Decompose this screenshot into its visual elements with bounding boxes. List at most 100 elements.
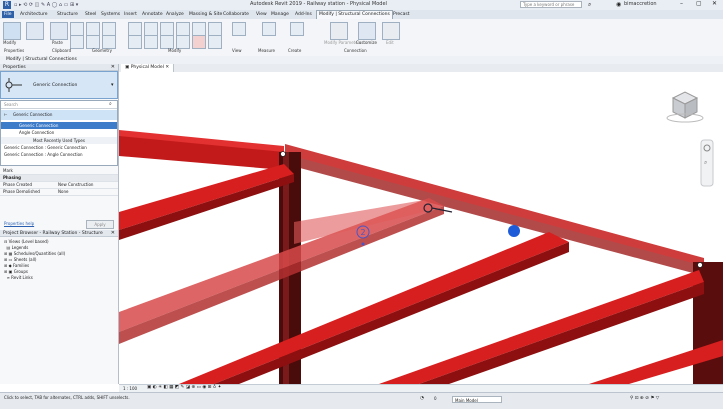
search-icon: ⌕ [109,101,112,107]
zoom-icon[interactable]: ⌕ [704,159,707,166]
apply-button[interactable]: Apply [86,220,114,229]
tab-precast[interactable]: Precast [391,11,412,18]
minimize-icon[interactable]: – [680,0,683,7]
recent-type-label: Generic Connection : Generic Connection [4,145,87,150]
tab-file[interactable]: File [2,11,14,18]
tab-architecture[interactable]: Architecture [18,11,50,18]
tab-annotate[interactable]: Annotate [140,11,165,18]
delete-button[interactable] [192,35,206,49]
tree-item-label: Sheets (all) [13,257,37,262]
rotate-button[interactable] [160,35,174,49]
wall-joins-button[interactable] [86,35,100,49]
group-label-properties: Properties [4,48,25,53]
unpin-button[interactable] [208,35,222,49]
properties-button[interactable] [26,22,44,40]
customize-button[interactable] [358,22,376,40]
user-name[interactable]: bimaccretion [624,1,657,7]
app-logo-icon[interactable]: R [3,1,11,9]
modify-tool-button[interactable] [3,22,21,40]
tab-collaborate[interactable]: Collaborate [221,11,251,18]
close-icon[interactable]: ✕ [111,230,115,237]
property-value[interactable]: New Construction [58,182,93,188]
tab-physical-model[interactable]: ▣ Physical Model ✕ [121,64,175,72]
recent-type-item[interactable]: Generic Connection : Angle Connection [1,151,117,158]
modify-parameters-button[interactable] [330,22,348,40]
copy-button[interactable] [144,35,158,49]
join-button[interactable] [70,35,84,49]
property-value[interactable]: None [58,189,68,195]
tab-insert[interactable]: Insert [122,11,139,18]
tab-view[interactable]: View [254,11,269,18]
user-icon[interactable]: ◉ [616,1,621,8]
tab-structure[interactable]: Structure [55,11,80,18]
properties-help-link[interactable]: Properties help [4,221,34,226]
quick-access-toolbar[interactable]: ▫ ▸ ⟲ ⟳ ◫ ✎ A ◯ ⌂ ▭ ⊞ ▾ [14,2,134,8]
property-name: Phase Created [3,182,33,187]
steel-frame-model[interactable]: 2 ⌕ [119,72,723,384]
split-face-button[interactable] [102,22,116,36]
recent-type-item[interactable]: Generic Connection : Generic Connection [1,144,117,151]
property-group-name: Phasing [3,175,21,180]
property-group-header[interactable]: Phasing [0,175,118,182]
pin-button[interactable] [208,22,222,36]
customize-label: Customize [356,40,377,45]
recent-types-header: Most Recently Used Types [1,137,117,144]
array-button[interactable] [176,35,190,49]
view-controls-icons[interactable]: ▣ ◐ ☀ ◧ ▦ ◩ ✎ ◪ ⊕ ▭ ◉ ⊞ ♁ ✦ [147,385,221,390]
close-icon[interactable]: ✕ [111,64,115,71]
joint-marker [697,262,703,268]
view-cube[interactable] [666,91,704,123]
selection-filter-icons[interactable]: ⚲ ⊡ ⊕ ⊘ ⚑ ▽ [630,396,659,401]
tree-item-label: Schedules/Quantities (all) [13,251,66,256]
scale-button[interactable] [192,22,206,36]
tab-systems[interactable]: Systems [99,11,122,18]
move-button[interactable] [128,35,142,49]
search-input[interactable]: Type a keyword or phrase [520,1,582,8]
property-name: Phase Demolished [3,189,40,194]
group-label-connection: Connection [344,48,367,53]
status-bar: Click to select, TAB for alternates, CTR… [0,392,723,409]
hide-in-view-button[interactable] [232,22,246,36]
dropdown-item[interactable]: Generic Connection [1,122,117,129]
tab-analyze[interactable]: Analyze [164,11,186,18]
dropdown-family-header[interactable]: ⊢ Generic Connection [1,110,117,120]
search-icon[interactable]: ⌕ [588,1,591,9]
view-scale[interactable]: 1 : 100 [123,386,137,391]
cope-button[interactable] [86,22,100,36]
tab-steel[interactable]: Steel [83,11,98,18]
tab-massing-site[interactable]: Massing & Site [187,11,224,18]
mirror-button[interactable] [160,22,174,36]
trim-button[interactable] [176,22,190,36]
property-row[interactable]: Phase Created New Construction [0,182,118,189]
tab-add-ins[interactable]: Add-Ins [293,11,314,18]
paste-button[interactable] [50,22,68,40]
close-icon[interactable]: ✕ [712,0,717,7]
model-selector[interactable]: Main Model [452,396,502,403]
modify-label: Modify [3,40,17,45]
property-row[interactable]: Mark [0,168,118,175]
type-selector-label: Generic Connection [33,83,78,88]
type-selector[interactable]: Generic Connection ▾ [0,71,118,99]
property-row[interactable]: Phase Demolished None [0,189,118,196]
tab-manage[interactable]: Manage [269,11,291,18]
cross-beam-1[interactable] [119,164,294,230]
cut-button[interactable] [70,22,84,36]
worksets-icon[interactable]: ◔ [420,396,424,401]
measure-button[interactable] [262,22,276,36]
create-button[interactable] [290,22,304,36]
chevron-down-icon[interactable]: ▾ [111,82,114,88]
maximize-icon[interactable]: ▢ [696,0,702,7]
3d-viewport[interactable]: 2 ⌕ [119,72,723,384]
edit-button[interactable] [382,22,400,40]
group-label-modify: Modify [168,48,182,53]
align-button[interactable] [128,22,142,36]
status-message: Click to select, TAB for alternates, CTR… [4,395,130,400]
type-search-field[interactable]: Search ⌕ [1,101,117,109]
group-label-view: View [232,48,242,53]
tree-item-label: Revit Links [11,275,33,280]
dropdown-item[interactable]: Angle Connection [1,129,117,136]
grip-handle[interactable] [508,225,520,237]
paint-button[interactable] [102,35,116,49]
tree-item-revit-links[interactable]: ∞ Revit Links [4,275,33,281]
offset-button[interactable] [144,22,158,36]
